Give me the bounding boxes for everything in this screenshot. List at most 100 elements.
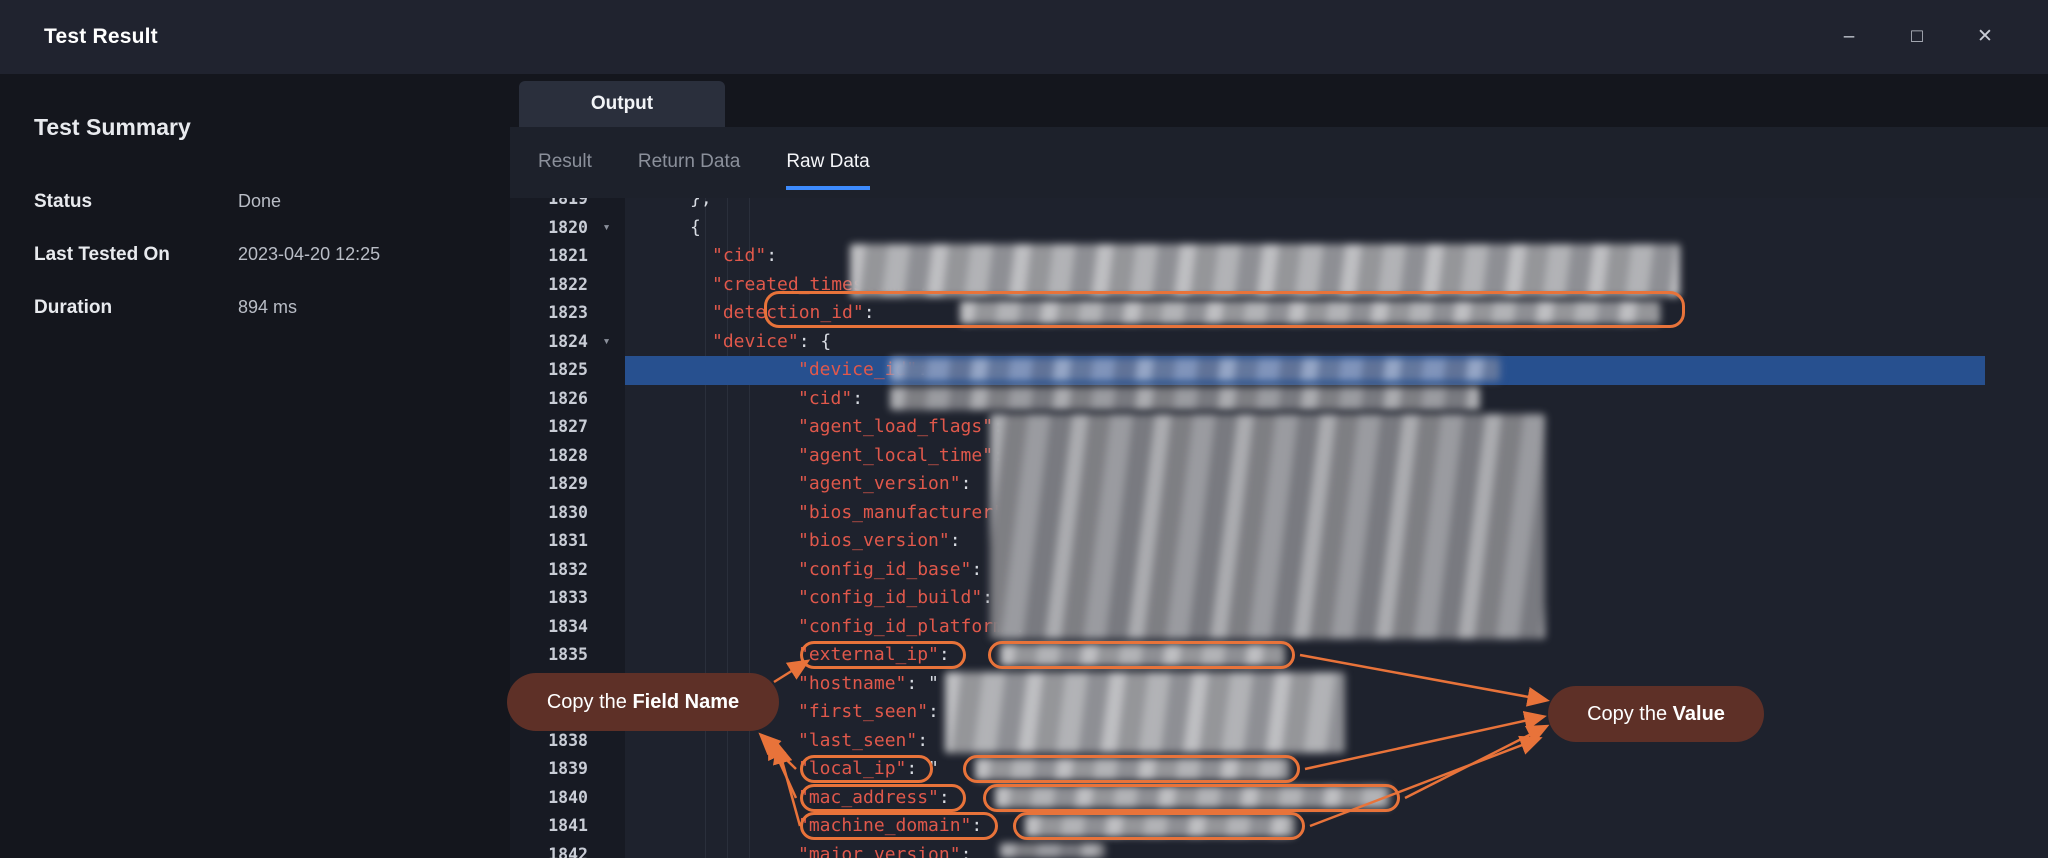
- fold-spacer: [588, 812, 625, 841]
- window-controls: – □ ✕: [1832, 20, 2004, 54]
- line-number: 1835: [510, 641, 588, 670]
- fold-spacer: [588, 356, 625, 385]
- code-text: "major_version":: [625, 841, 982, 858]
- code-line-1819[interactable]: 1819},: [510, 198, 2048, 214]
- code-text: "external_ip":: [625, 641, 961, 670]
- line-number: 1829: [510, 470, 588, 499]
- code-text: "device_id":: [625, 356, 939, 385]
- fold-spacer: [588, 527, 625, 556]
- copy-value-callout: Copy the Value: [1548, 686, 1764, 742]
- code-line-1835[interactable]: 1835 "external_ip":: [510, 641, 2048, 670]
- duration-label: Duration: [34, 297, 238, 319]
- last-tested-label: Last Tested On: [34, 244, 238, 266]
- code-line-1831[interactable]: 1831 "bios_version":: [510, 527, 2048, 556]
- code-line-1834[interactable]: 1834"config_id_platform":: [510, 613, 2048, 642]
- fold-spacer: [588, 556, 625, 585]
- code-text: "agent_load_flags":: [625, 413, 1015, 442]
- code-line-1826[interactable]: 1826 "cid":: [510, 385, 2048, 414]
- code-line-1842[interactable]: 1842 "major_version":: [510, 841, 2048, 858]
- fold-spacer: [588, 784, 625, 813]
- subtab-bar: Result Return Data Raw Data: [538, 151, 870, 190]
- fold-spacer: [588, 442, 625, 471]
- code-text: "cid":: [625, 242, 788, 271]
- code-line-1828[interactable]: 1828 "agent_local_time":: [510, 442, 2048, 471]
- line-number: 1840: [510, 784, 588, 813]
- summary-row-last-tested: Last Tested On 2023-04-20 12:25: [34, 244, 476, 266]
- line-number: 1824: [510, 328, 588, 357]
- code-line-1827[interactable]: 1827"agent_load_flags":: [510, 413, 2048, 442]
- code-line-1820[interactable]: 1820▾{: [510, 214, 2048, 243]
- fold-spacer: [588, 198, 625, 214]
- code-line-1821[interactable]: 1821 "cid":: [510, 242, 2048, 271]
- code-text: "detection_id":: [625, 299, 885, 328]
- fold-toggle-icon[interactable]: ▾: [588, 328, 625, 357]
- fold-toggle-icon[interactable]: ▾: [588, 214, 625, 243]
- copy-field-name-callout: Copy the Field Name: [507, 673, 779, 731]
- code-text: "agent_version":: [625, 470, 982, 499]
- raw-data-editor[interactable]: 1819},1820▾{1821 "cid": 1822"created_time…: [510, 198, 2048, 858]
- fold-spacer: [588, 613, 625, 642]
- line-number: 1821: [510, 242, 588, 271]
- line-number: 1839: [510, 755, 588, 784]
- panel-title: Test Summary: [34, 114, 476, 141]
- code-line-1830[interactable]: 1830 "bios_manufacturer":: [510, 499, 2048, 528]
- code-text: "bios_manufacturer":: [625, 499, 1026, 528]
- summary-row-duration: Duration 894 ms: [34, 297, 476, 319]
- fold-spacer: [588, 242, 625, 271]
- fold-spacer: [588, 385, 625, 414]
- status-value: Done: [238, 191, 281, 212]
- code-text: },: [625, 198, 712, 214]
- window-title: Test Result: [44, 25, 158, 49]
- code-text: "device": {: [625, 328, 831, 357]
- callout-text-bold: Field Name: [632, 691, 739, 714]
- code-text: "bios_version":: [625, 527, 971, 556]
- code-line-1840[interactable]: 1840"mac_address":: [510, 784, 2048, 813]
- minimize-button[interactable]: –: [1832, 20, 1866, 54]
- line-number: 1825: [510, 356, 588, 385]
- code-line-1833[interactable]: 1833 "config_id_build":: [510, 584, 2048, 613]
- code-text: "config_id_base":: [625, 556, 993, 585]
- tab-raw-data[interactable]: Raw Data: [786, 151, 869, 190]
- test-summary-panel: Test Summary Status Done Last Tested On …: [0, 74, 510, 858]
- fold-spacer: [588, 413, 625, 442]
- duration-value: 894 ms: [238, 297, 297, 318]
- fold-spacer: [588, 584, 625, 613]
- tab-return-data[interactable]: Return Data: [638, 151, 740, 190]
- line-number: 1831: [510, 527, 588, 556]
- line-number: 1841: [510, 812, 588, 841]
- line-number: 1833: [510, 584, 588, 613]
- fold-spacer: [588, 841, 625, 858]
- line-number: 1822: [510, 271, 588, 300]
- last-tested-value: 2023-04-20 12:25: [238, 244, 380, 265]
- output-pane: Result Return Data Raw Data 1819},1820▾{…: [510, 127, 2048, 858]
- tab-result[interactable]: Result: [538, 151, 592, 190]
- code-line-1841[interactable]: 1841"machine_domain":: [510, 812, 2048, 841]
- callout-text: Copy the: [547, 691, 633, 714]
- code-text: "agent_local_time":: [625, 442, 1015, 471]
- line-number: 1842: [510, 841, 588, 858]
- fold-spacer: [588, 641, 625, 670]
- code-line-1839[interactable]: 1839 "local_ip": ": [510, 755, 2048, 784]
- status-label: Status: [34, 191, 238, 213]
- close-button[interactable]: ✕: [1968, 20, 2002, 54]
- code-text: "config_id_build":: [625, 584, 1004, 613]
- line-number: 1834: [510, 613, 588, 642]
- code-line-1822[interactable]: 1822"created_timestamp":: [510, 271, 2048, 300]
- code-line-1832[interactable]: 1832 "config_id_base":: [510, 556, 2048, 585]
- tab-output[interactable]: Output: [519, 81, 725, 127]
- fold-spacer: [588, 499, 625, 528]
- line-number: 1820: [510, 214, 588, 243]
- line-number: 1828: [510, 442, 588, 471]
- line-number: 1823: [510, 299, 588, 328]
- code-text: "local_ip": ": [625, 755, 939, 784]
- line-number: 1826: [510, 385, 588, 414]
- code-line-1825[interactable]: 1825 "device_id":: [510, 356, 2048, 385]
- code-line-1823[interactable]: 1823 "detection_id":: [510, 299, 2048, 328]
- code-line-1824[interactable]: 1824▾"device": {: [510, 328, 2048, 357]
- code-text: "cid":: [625, 385, 874, 414]
- line-number: 1830: [510, 499, 588, 528]
- title-bar: Test Result – □ ✕: [0, 0, 2048, 74]
- maximize-button[interactable]: □: [1900, 20, 1934, 54]
- line-number: 1832: [510, 556, 588, 585]
- code-line-1829[interactable]: 1829 "agent_version":: [510, 470, 2048, 499]
